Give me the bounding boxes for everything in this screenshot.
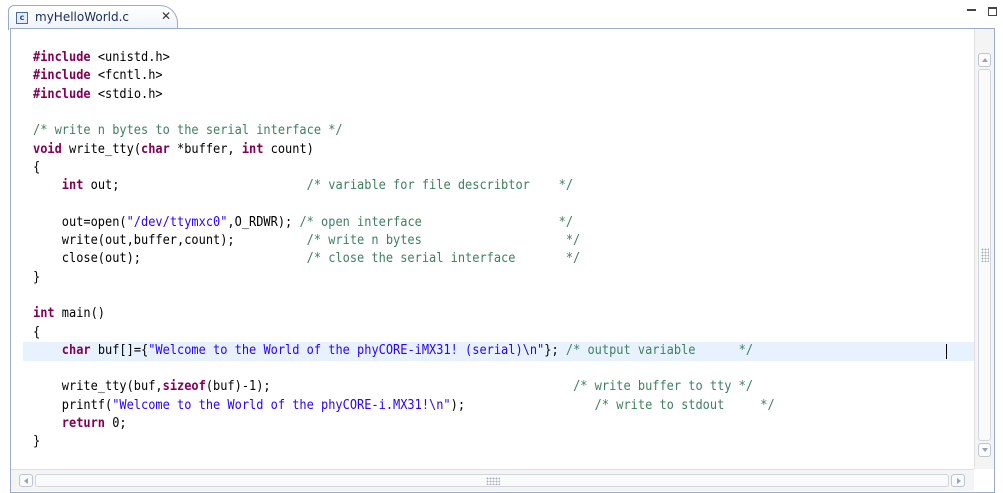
code-token: void xyxy=(33,141,62,157)
code-token: *buffer, xyxy=(169,141,242,157)
code-line: void write_tty(char *buffer, int count) xyxy=(33,141,314,159)
code-line: write_tty(buf,sizeof(buf)-1); /* write b… xyxy=(33,378,753,396)
code-token: out; xyxy=(83,178,307,194)
code-line: #include <unistd.h> xyxy=(33,49,170,67)
maximize-icon[interactable] xyxy=(988,7,997,16)
code-line: close(out); /* close the serial interfac… xyxy=(33,250,580,268)
code-line: } xyxy=(33,269,40,287)
code-token: close(out); xyxy=(33,251,307,267)
code-token: #include xyxy=(33,50,91,65)
scroll-down-button[interactable] xyxy=(978,443,991,457)
code-token: #include xyxy=(33,86,91,102)
code-line: out=open("/dev/ttymxc0",O_RDWR); /* open… xyxy=(33,214,573,232)
code-token: write_tty( xyxy=(61,141,142,157)
code-line: /* write n bytes to the serial interface… xyxy=(33,122,343,140)
grip-icon xyxy=(981,248,989,262)
code-token: count) xyxy=(263,141,314,157)
code-token: out=open( xyxy=(33,214,127,230)
code-token: { xyxy=(33,324,41,340)
code-token: "Welcome to the World of the phyCORE-iMX… xyxy=(148,342,545,358)
code-token: "Welcome to the World of the phyCORE-i.M… xyxy=(112,397,451,413)
scroll-right-button[interactable] xyxy=(951,474,965,487)
tab-label: myHelloWorld.c xyxy=(35,10,130,24)
text-cursor xyxy=(946,343,947,359)
editor-tab-bar: c myHelloWorld.c ✕ xyxy=(0,0,1003,30)
code-token: } xyxy=(33,434,41,450)
code-token: <fcntl.h> xyxy=(90,68,163,84)
c-source-file-icon: c xyxy=(16,12,28,24)
code-line: char buf[]={"Welcome to the World of the… xyxy=(33,342,753,360)
code-token: "/dev/ttymxc0" xyxy=(126,214,228,230)
code-token: char xyxy=(61,342,91,358)
code-token: <unistd.h> xyxy=(90,50,170,65)
code-token: main() xyxy=(54,306,106,322)
code-token: return xyxy=(61,416,106,431)
code-token: ,O_RDWR); xyxy=(227,214,300,230)
arrow-up-icon xyxy=(982,58,988,62)
code-line: } xyxy=(33,433,40,451)
code-editor[interactable]: #include <unistd.h> #include <fcntl.h> #in… xyxy=(10,28,995,493)
scroll-left-button[interactable] xyxy=(19,474,33,487)
arrow-left-icon xyxy=(24,478,28,484)
code-token: /* write n bytes */ xyxy=(306,233,581,248)
arrow-right-icon xyxy=(957,478,961,484)
horizontal-scroll-thumb[interactable] xyxy=(35,474,949,487)
code-token: /* open interface */ xyxy=(299,214,574,230)
code-token: int xyxy=(241,141,264,157)
vertical-scroll-thumb[interactable] xyxy=(978,69,991,441)
code-token: #include xyxy=(33,68,91,84)
code-token: write(out,buffer,count); xyxy=(33,233,307,248)
editor-gutter xyxy=(11,29,23,469)
code-token: /* write n bytes to the serial interface… xyxy=(33,123,343,139)
horizontal-scrollbar[interactable] xyxy=(11,469,974,491)
code-token: /* variable for file describtor */ xyxy=(306,178,574,194)
code-token: (buf)-1); xyxy=(205,379,574,395)
minimize-icon[interactable] xyxy=(967,9,976,11)
code-token: <stdio.h> xyxy=(90,86,163,102)
code-token: } xyxy=(33,269,41,285)
close-icon[interactable]: ✕ xyxy=(161,9,171,23)
code-token: }; xyxy=(544,342,566,358)
code-area[interactable]: #include <unistd.h> #include <fcntl.h> #in… xyxy=(23,29,981,469)
scroll-up-button[interactable] xyxy=(978,53,991,67)
code-line: int main() xyxy=(33,305,105,323)
code-token: char xyxy=(141,141,170,157)
code-token: 0; xyxy=(105,416,127,431)
grip-icon xyxy=(486,477,500,485)
code-token: int xyxy=(33,306,55,322)
code-token: ); xyxy=(450,397,595,413)
code-token: /* write buffer to tty */ xyxy=(573,379,754,395)
code-line: return 0; xyxy=(33,415,127,433)
code-line: { xyxy=(33,324,40,342)
code-line: #include <stdio.h> xyxy=(33,86,163,104)
code-token: int xyxy=(61,178,84,194)
code-token: /* write to stdout */ xyxy=(594,397,775,413)
code-token: { xyxy=(33,159,41,175)
tab-myhelloworld-c[interactable]: c myHelloWorld.c ✕ xyxy=(8,5,178,30)
code-token: printf( xyxy=(33,397,113,413)
window-controls xyxy=(963,4,1003,22)
code-line: #include <fcntl.h> xyxy=(33,67,163,85)
code-line: printf("Welcome to the World of the phyC… xyxy=(33,397,775,415)
code-line: int out; /* variable for file describtor… xyxy=(33,177,573,195)
vertical-scrollbar[interactable] xyxy=(974,29,994,469)
code-token: /* close the serial interface */ xyxy=(306,251,581,267)
code-token: /* output variable */ xyxy=(565,342,754,358)
arrow-down-icon xyxy=(982,448,988,452)
code-token: sizeof xyxy=(162,379,206,395)
code-token: buf[]={ xyxy=(90,342,149,358)
code-line: { xyxy=(33,159,40,177)
code-token: write_tty(buf, xyxy=(33,379,163,395)
code-line: write(out,buffer,count); /* write n byte… xyxy=(33,232,580,250)
